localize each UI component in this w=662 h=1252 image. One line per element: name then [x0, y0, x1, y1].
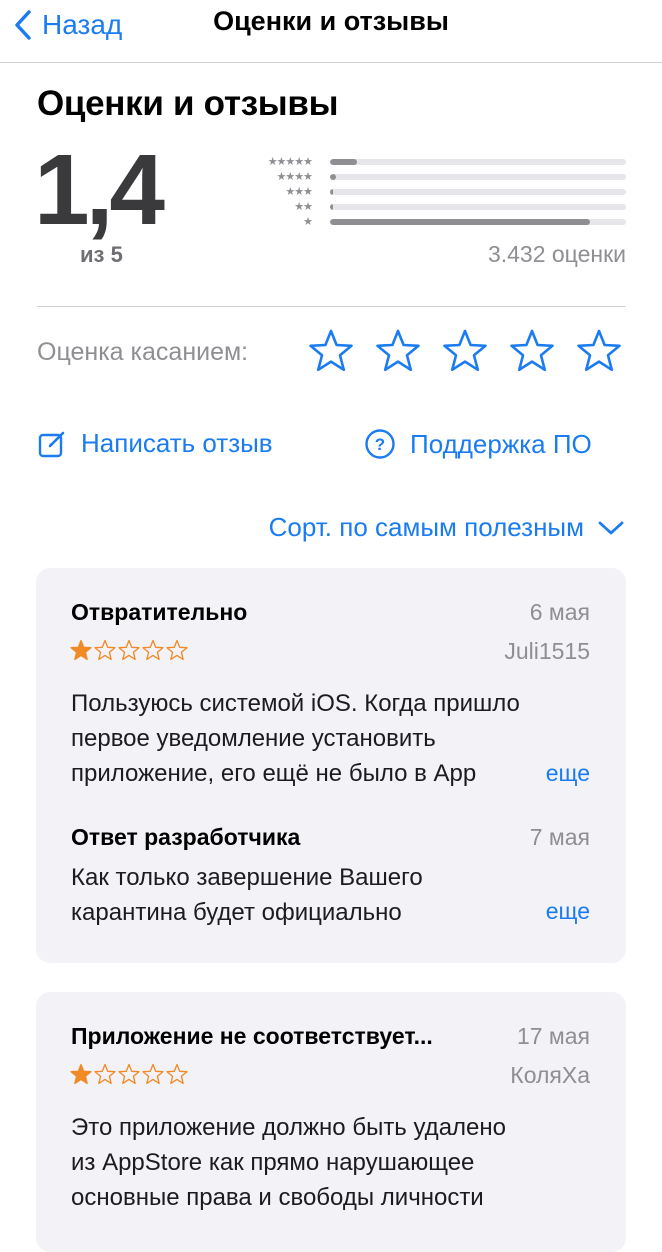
sort-label: Сорт. по самым полезным [268, 512, 584, 542]
histogram-stars-label: ★★★★ [276, 171, 313, 183]
histogram-row: ★★ [240, 201, 626, 213]
chevron-down-icon [598, 521, 624, 534]
rate-star-1-button[interactable] [308, 328, 354, 374]
histogram-stars-label: ★★★★★ [267, 156, 313, 168]
rate-star-2-button[interactable] [375, 328, 421, 374]
write-review-button[interactable]: Написать отзыв [37, 428, 273, 459]
histogram-row: ★ [240, 216, 626, 228]
star-outline-icon [142, 1063, 164, 1090]
star-filled-icon [70, 1063, 92, 1090]
question-circle-icon: ? [365, 429, 395, 459]
star-outline-icon [94, 1063, 116, 1090]
histogram-fill [330, 174, 336, 180]
histogram-fill [330, 204, 333, 210]
histogram-stars-label: ★ [303, 216, 313, 228]
average-rating: 1,4 [34, 134, 165, 246]
star-outline-icon [510, 329, 554, 372]
star-outline-icon [94, 639, 116, 666]
histogram-fill [330, 159, 357, 165]
sort-selector[interactable]: Сорт. по самым полезным [269, 512, 624, 543]
review-body: Пользуюсь системой iOS. Когда пришло пер… [71, 686, 591, 791]
histogram-row: ★★★★★ [240, 156, 626, 168]
review-stars [70, 639, 188, 666]
histogram-track [330, 204, 626, 210]
star-outline-icon [142, 639, 164, 666]
rate-star-3-button[interactable] [442, 328, 488, 374]
review-body-line: Пользуюсь системой iOS. Когда пришло [71, 690, 520, 717]
histogram-track [330, 189, 626, 195]
histogram-stars-label: ★★ [294, 201, 313, 213]
review-body-line: первое уведомление установить [71, 725, 436, 752]
review-card[interactable]: Отвратительно 6 мая Juli1515 Пользуюсь с… [36, 568, 626, 963]
developer-response-date: 7 мая [529, 824, 590, 850]
review-body-line: приложение, его ещё не было в App [71, 760, 477, 787]
review-more-link[interactable]: еще [521, 760, 590, 787]
review-title: Приложение не соответствует... [71, 1023, 433, 1049]
review-date: 17 мая [516, 1023, 590, 1049]
developer-response-body: Как только завершение Вашего карантина б… [71, 860, 591, 930]
write-review-label: Написать отзыв [81, 428, 273, 458]
review-date: 6 мая [529, 599, 590, 625]
star-outline-icon [118, 1063, 140, 1090]
histogram-track [330, 219, 626, 225]
review-body: Это приложение должно быть удалено из Ap… [71, 1110, 611, 1215]
histogram-track [330, 159, 626, 165]
rate-star-4-button[interactable] [509, 328, 555, 374]
review-author: КоляХа [510, 1062, 590, 1088]
compose-icon [38, 431, 65, 457]
section-title: Оценки и отзывы [37, 84, 339, 123]
nav-title: Оценки и отзывы [213, 6, 449, 36]
histogram-track [330, 174, 626, 180]
divider [37, 306, 626, 307]
app-support-button[interactable]: ? Поддержка ПО [364, 428, 592, 460]
histogram-fill [330, 189, 333, 195]
review-author: Juli1515 [504, 638, 590, 664]
svg-text:?: ? [375, 435, 385, 454]
rate-star-5-button[interactable] [576, 328, 622, 374]
histogram-stars-label: ★★★ [285, 186, 313, 198]
out-of-label: из 5 [80, 242, 123, 267]
star-outline-icon [577, 329, 621, 372]
tap-to-rate-label: Оценка касанием: [37, 338, 249, 366]
developer-response-line: Как только завершение Вашего [71, 864, 423, 891]
review-body-line: Это приложение должно быть удалено [71, 1114, 506, 1141]
star-filled-icon [70, 639, 92, 666]
histogram-row: ★★★ [240, 186, 626, 198]
histogram-fill [330, 219, 591, 225]
tap-to-rate-stars [308, 328, 622, 374]
review-stars [70, 1063, 188, 1090]
star-outline-icon [118, 639, 140, 666]
star-outline-icon [166, 639, 188, 666]
star-outline-icon [166, 1063, 188, 1090]
developer-response-title: Ответ разработчика [71, 824, 301, 850]
navigation-bar: Назад Оценки и отзывы [0, 0, 662, 63]
ratings-count: 3.432 оценки [487, 241, 626, 267]
review-title: Отвратительно [71, 599, 248, 625]
star-outline-icon [309, 329, 353, 372]
review-body-line: основные права и свободы личности [71, 1184, 484, 1211]
star-outline-icon [443, 329, 487, 372]
developer-response-more-link[interactable]: еще [521, 898, 590, 925]
star-outline-icon [376, 329, 420, 372]
app-support-label: Поддержка ПО [410, 428, 592, 459]
developer-response-line: карантина будет официально [71, 899, 402, 926]
review-body-line: из AppStore как прямо нарушающее [71, 1149, 475, 1176]
review-card[interactable]: Приложение не соответствует... 17 мая Ко… [36, 992, 626, 1252]
histogram-row: ★★★★ [240, 171, 626, 183]
